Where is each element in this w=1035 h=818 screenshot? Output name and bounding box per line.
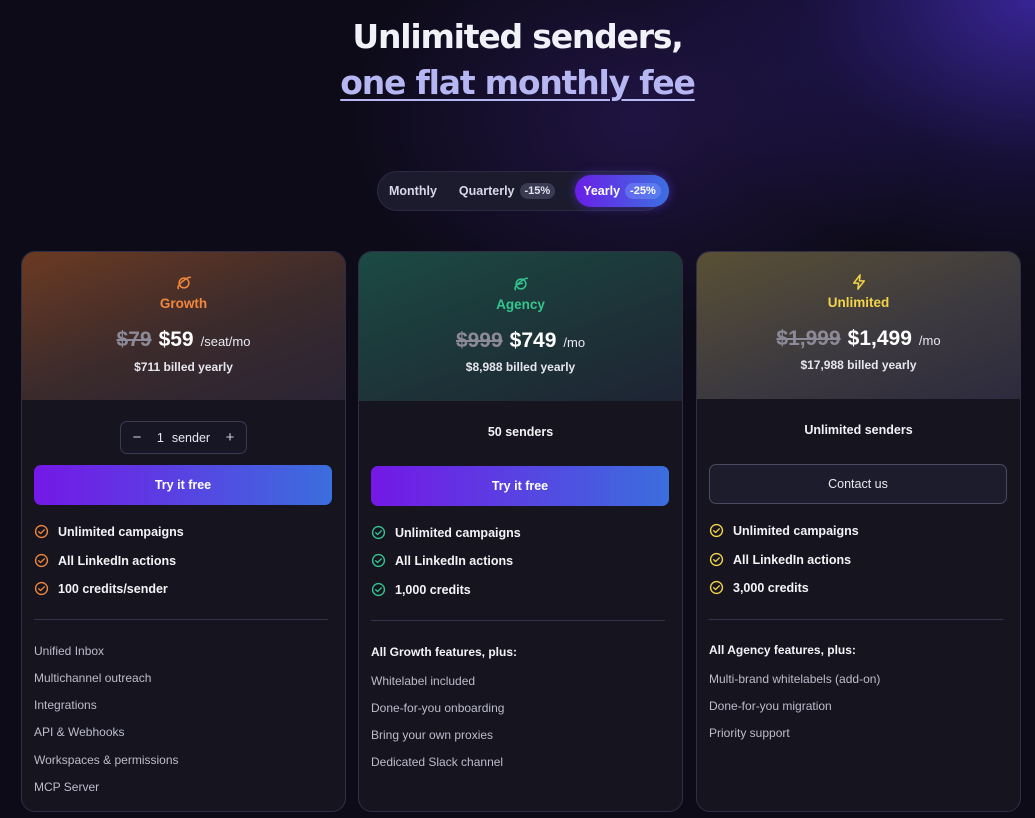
original-price: $1,999 [776, 327, 841, 350]
sender-count-unit: sender [171, 430, 211, 445]
discounted-price: $1,499 [847, 327, 912, 350]
extra-feature: Multichannel outreach [34, 671, 152, 685]
sender-count-label: 50 senders [487, 425, 554, 439]
increment-button[interactable]: + [223, 429, 237, 446]
price-period: /mo [563, 335, 586, 350]
feature-label: 3,000 credits [733, 580, 809, 595]
extra-feature: MCP Server [34, 780, 100, 794]
extra-feature: Workspaces & permissions [34, 753, 179, 767]
toggle-monthly[interactable]: Monthly [382, 175, 447, 207]
feature-label: Unlimited campaigns [58, 524, 184, 539]
quarterly-discount-badge: -15% [519, 183, 556, 199]
toggle-quarterly[interactable]: Quarterly -15% [447, 175, 561, 207]
check-circle-icon [371, 582, 386, 597]
feature-item: Unlimited campaigns [709, 523, 859, 538]
plan-header: Growth $79 $59 /seat/mo $711 billed year… [22, 252, 345, 400]
feature-item: All LinkedIn actions [34, 553, 176, 568]
divider [371, 620, 665, 621]
feature-item: 1,000 credits [371, 582, 471, 597]
toggle-yearly-label: Yearly [583, 184, 621, 198]
toggle-quarterly-label: Quarterly [458, 184, 515, 198]
billed-yearly-note: $8,988 billed yearly [465, 360, 576, 374]
hero-heading: Unlimited senders, one flat monthly fee [0, 14, 1035, 106]
toggle-monthly-label: Monthly [389, 184, 437, 198]
yearly-discount-badge: -25% [625, 183, 661, 199]
divider [709, 619, 1003, 620]
check-circle-icon [34, 553, 49, 568]
feature-label: 100 credits/sender [58, 581, 168, 596]
extra-feature: Priority support [709, 726, 790, 740]
feature-item: 100 credits/sender [34, 581, 168, 596]
feature-label: Unlimited campaigns [395, 525, 521, 540]
lightning-icon [852, 274, 865, 290]
hero-title-line-1: Unlimited senders, [352, 17, 683, 56]
sender-count: 1 sender [157, 431, 210, 445]
hero-title-line-2: one flat monthly fee [340, 63, 696, 102]
planet-icon [176, 276, 191, 290]
original-price: $79 [116, 328, 152, 351]
feature-label: 1,000 credits [395, 582, 471, 597]
original-price: $999 [455, 329, 503, 352]
check-circle-icon [709, 552, 724, 567]
divider [34, 619, 328, 620]
price-row: $1,999 $1,499 /mo [697, 327, 1020, 351]
plan-card-agency: Agency $999 $749 /mo $8,988 billed yearl… [358, 251, 683, 812]
check-circle-icon [34, 524, 49, 539]
check-circle-icon [709, 580, 724, 595]
feature-label: Unlimited campaigns [733, 523, 859, 538]
feature-label: All LinkedIn actions [733, 552, 852, 567]
plan-card-unlimited: Unlimited $1,999 $1,499 /mo $17,988 bill… [696, 251, 1021, 812]
plan-header: Agency $999 $749 /mo $8,988 billed yearl… [359, 252, 682, 401]
feature-item: 3,000 credits [709, 580, 809, 595]
plan-header: Unlimited $1,999 $1,499 /mo $17,988 bill… [697, 252, 1020, 399]
extras-heading: All Growth features, plus: [371, 645, 518, 659]
feature-item: All LinkedIn actions [371, 553, 513, 568]
extra-feature: Whitelabel included [371, 674, 476, 688]
feature-item: Unlimited campaigns [34, 524, 184, 539]
sender-stepper: − 1 sender + [120, 421, 247, 454]
check-circle-icon [371, 553, 386, 568]
extra-feature: Done-for-you onboarding [371, 701, 505, 715]
check-circle-icon [34, 581, 49, 596]
billing-period-toggle: Monthly Quarterly -15% Yearly -25% [377, 171, 669, 211]
try-free-button-growth[interactable]: Try it free [34, 465, 332, 505]
extra-feature: Multi-brand whitelabels (add-on) [709, 672, 881, 686]
feature-item: Unlimited campaigns [371, 525, 521, 540]
extra-feature: Dedicated Slack channel [371, 755, 504, 769]
extra-feature: Integrations [34, 698, 97, 712]
extra-feature: Bring your own proxies [371, 728, 494, 742]
extra-feature: Done-for-you migration [709, 699, 832, 713]
try-free-button-agency[interactable]: Try it free [371, 466, 669, 506]
billed-yearly-note: $711 billed yearly [134, 360, 233, 374]
billed-yearly-note: $17,988 billed yearly [800, 358, 917, 372]
sender-count-value: 1 [156, 430, 164, 445]
contact-us-button[interactable]: Contact us [709, 464, 1007, 504]
feature-label: All LinkedIn actions [395, 553, 514, 568]
check-circle-icon [371, 525, 386, 540]
decrement-button[interactable]: − [130, 429, 144, 446]
feature-item: All LinkedIn actions [709, 552, 851, 567]
feature-label: All LinkedIn actions [58, 553, 177, 568]
plan-name: Agency [496, 297, 545, 312]
check-circle-icon [709, 523, 724, 538]
discounted-price: $59 [158, 328, 194, 351]
extra-feature: Unified Inbox [34, 644, 105, 658]
price-row: $79 $59 /seat/mo [22, 328, 345, 352]
plan-name: Growth [159, 296, 208, 311]
price-period: /seat/mo [200, 334, 251, 349]
extras-heading: All Agency features, plus: [709, 643, 856, 657]
price-period: /mo [918, 333, 941, 348]
plan-name: Unlimited [827, 295, 890, 310]
sender-count-label: Unlimited senders [804, 423, 913, 437]
toggle-yearly[interactable]: Yearly -25% [575, 175, 669, 207]
discounted-price: $749 [509, 329, 557, 352]
price-row: $999 $749 /mo [359, 329, 682, 353]
plan-card-growth: Growth $79 $59 /seat/mo $711 billed year… [21, 251, 346, 812]
extra-feature: API & Webhooks [34, 725, 125, 739]
planet-icon [513, 277, 528, 291]
